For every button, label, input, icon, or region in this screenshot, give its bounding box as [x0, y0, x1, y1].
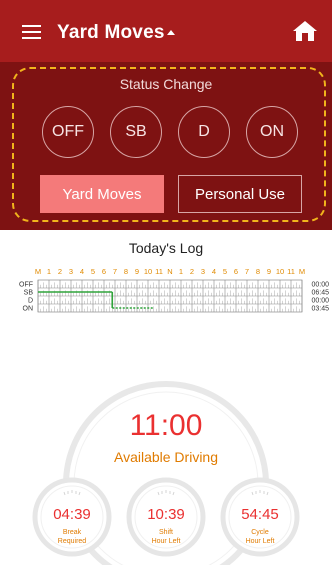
shift-label-line2: Hour Left — [151, 538, 181, 545]
row-label: OFF — [19, 282, 33, 289]
status-change-title: Status Change — [119, 76, 213, 92]
row-total: 06:45 — [311, 290, 329, 297]
row-total: 03:45 — [311, 306, 329, 313]
cycle-label: Cycle Hour Left — [225, 528, 295, 546]
row-label: D — [28, 298, 33, 305]
hour-label: 7 — [245, 267, 249, 276]
hour-label: N — [167, 267, 172, 276]
row-total: 00:00 — [311, 282, 329, 289]
break-label-line2: Required — [57, 538, 87, 545]
break-label: Break Required — [37, 528, 107, 546]
hour-label: 3 — [201, 267, 205, 276]
hour-label: 2 — [58, 267, 62, 276]
cycle-label-line1: Cycle — [251, 529, 269, 536]
row-label: ON — [23, 306, 34, 313]
home-icon[interactable] — [292, 20, 318, 42]
todays-log-title: Today's Log — [128, 240, 204, 256]
hour-label: 4 — [212, 267, 216, 276]
hour-label: 6 — [234, 267, 238, 276]
hour-label: M — [35, 267, 41, 276]
status-on-button[interactable]: ON — [246, 106, 298, 158]
hour-label: 11 — [155, 267, 163, 276]
hour-label: 9 — [135, 267, 139, 276]
row-label: SB — [24, 290, 34, 297]
hour-label: 6 — [102, 267, 106, 276]
caret-up-icon[interactable] — [167, 30, 175, 35]
cycle-time: 54:45 — [241, 506, 279, 523]
hour-label: 11 — [287, 267, 295, 276]
personal-use-button[interactable]: Personal Use — [178, 175, 302, 213]
hour-label: 9 — [267, 267, 271, 276]
available-driving-time: 11:00 — [129, 409, 203, 442]
hour-label: 5 — [91, 267, 95, 276]
app-title[interactable]: Yard Moves — [57, 22, 165, 44]
status-sb-button[interactable]: SB — [110, 106, 162, 158]
hour-label: 7 — [113, 267, 117, 276]
hamburger-menu-icon[interactable] — [22, 25, 41, 39]
cycle-label-line2: Hour Left — [245, 538, 275, 545]
log-graph[interactable]: M 1 2 3 4 5 6 7 8 9 10 11 N 1 2 3 4 5 6 7 8 9 10 11 MOFF 00:00SB 0… — [0, 262, 332, 330]
hour-label: 10 — [276, 267, 284, 276]
hour-label: 10 — [144, 267, 152, 276]
shift-label-line1: Shift — [158, 529, 173, 536]
status-d-button[interactable]: D — [178, 106, 230, 158]
status-off-button[interactable]: OFF — [42, 106, 94, 158]
hour-label: M — [299, 267, 305, 276]
hour-label: 3 — [69, 267, 73, 276]
app-bar: Yard Moves — [0, 0, 332, 62]
available-driving-label: Available Driving — [113, 449, 218, 465]
break-label-line1: Break — [62, 529, 82, 536]
break-time: 04:39 — [53, 506, 91, 523]
yard-moves-button[interactable]: Yard Moves — [40, 175, 164, 213]
shift-label: Shift Hour Left — [131, 528, 201, 546]
hour-label: 1 — [47, 267, 51, 276]
status-change-panel: Status Change OFF SB D ON Yard Moves Per… — [0, 62, 332, 230]
hour-label: 8 — [256, 267, 260, 276]
hour-label: 4 — [80, 267, 84, 276]
hour-label: 8 — [124, 267, 128, 276]
shift-time: 10:39 — [147, 506, 185, 523]
row-total: 00:00 — [311, 298, 329, 305]
hour-label: 2 — [190, 267, 194, 276]
hour-label: 5 — [223, 267, 227, 276]
hour-label: 1 — [179, 267, 183, 276]
